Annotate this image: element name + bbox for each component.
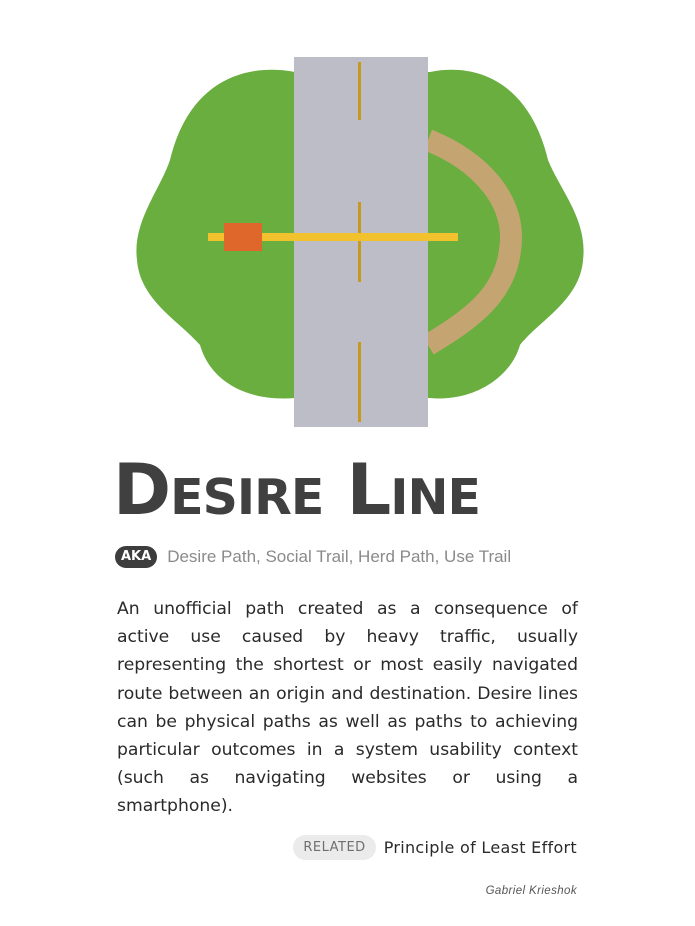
road-dash bbox=[358, 342, 361, 422]
related-text: Principle of Least Effort bbox=[383, 837, 577, 857]
author-credit: Gabriel Krieshok bbox=[485, 885, 577, 897]
desire-line-illustration bbox=[136, 57, 584, 427]
origin-marker bbox=[224, 223, 262, 251]
page-title: Desire Line bbox=[113, 449, 481, 531]
related-badge: RELATED bbox=[293, 834, 376, 860]
related-row: RELATED Principle of Least Effort bbox=[293, 833, 577, 861]
description: An unofficial path created as a conseque… bbox=[117, 599, 578, 817]
aka-row: AKA Desire Path, Social Trail, Herd Path… bbox=[115, 544, 511, 570]
road-dash bbox=[358, 62, 361, 120]
road-dash bbox=[358, 202, 361, 282]
aka-text: Desire Path, Social Trail, Herd Path, Us… bbox=[167, 547, 512, 566]
aka-badge: AKA bbox=[115, 546, 158, 568]
